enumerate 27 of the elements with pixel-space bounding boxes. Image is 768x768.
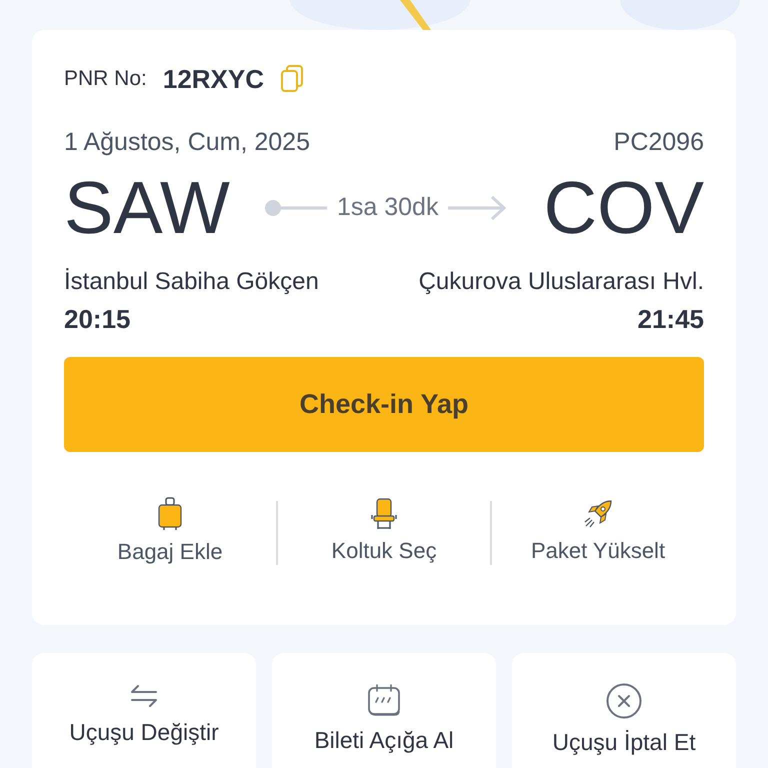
origin-code: SAW: [64, 170, 230, 244]
suitcase-icon: [158, 497, 182, 531]
rocket-icon: [582, 498, 614, 530]
cancel-icon: [606, 683, 642, 719]
arrival-time: 21:45: [638, 302, 704, 336]
quick-action-button[interactable]: Koltuk Seç: [278, 498, 490, 567]
pnr-label: PNR No:: [64, 66, 147, 92]
flight-action-card[interactable]: Uçuşu İptal Et: [512, 653, 736, 768]
calendar-icon: [367, 683, 401, 717]
quick-action-button[interactable]: Bagaj Ekle: [64, 497, 276, 568]
swap-arrows-icon: [129, 683, 159, 709]
check-in-button[interactable]: Check-in Yap: [64, 356, 704, 452]
flight-action-card[interactable]: Uçuşu Değiştir: [32, 653, 256, 768]
flight-date: 1 Ağustos, Cum, 2025: [64, 127, 310, 158]
arrow-right-icon: [446, 194, 508, 222]
destination-airport: Çukurova Uluslararası Hvl.: [418, 266, 704, 296]
copy-icon[interactable]: [280, 65, 304, 93]
pnr-code: 12RXYC: [162, 62, 264, 96]
seat-icon: [371, 498, 397, 530]
flight-duration: 1sa 30dk: [337, 192, 438, 223]
flight-action-card[interactable]: Bileti Açığa Al: [272, 653, 496, 768]
origin-airport: İstanbul Sabiha Gökçen: [64, 266, 319, 296]
departure-time: 20:15: [64, 302, 130, 336]
quick-action-button[interactable]: Paket Yükselt: [492, 498, 704, 567]
route-line-icon: [265, 198, 329, 218]
flight-number: PC2096: [614, 127, 704, 158]
destination-code: COV: [544, 170, 704, 244]
